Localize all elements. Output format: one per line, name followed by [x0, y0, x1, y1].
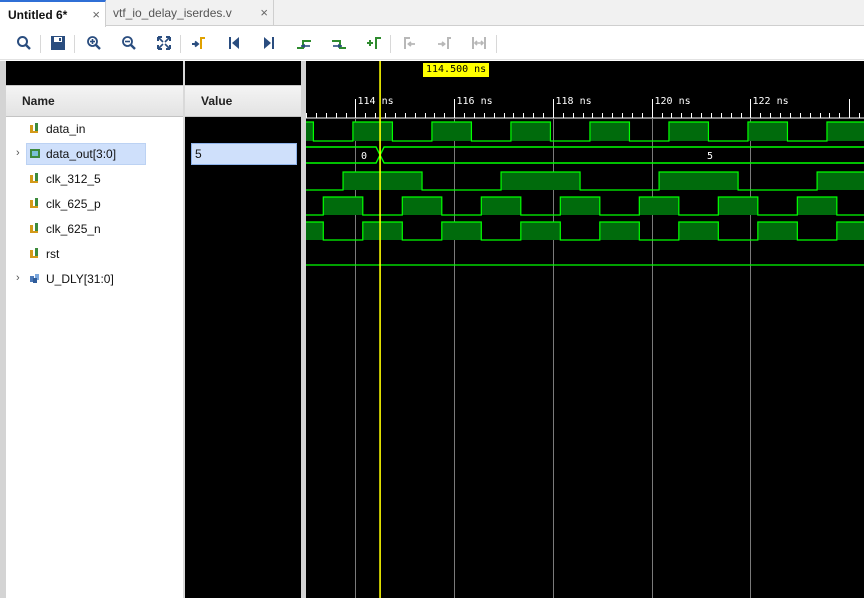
- time-tick-label: 122 ns: [752, 96, 789, 107]
- signal-value: 5: [195, 147, 202, 161]
- next-marker-icon[interactable]: [433, 33, 455, 53]
- signal-name: clk_625_p: [46, 197, 101, 211]
- tab-label: Untitled 6*: [8, 7, 68, 22]
- clk-625-p-high-segment: [718, 197, 758, 215]
- wire-signal-icon: [30, 173, 38, 183]
- bus-segment-before: [306, 146, 381, 164]
- name-column-label: Name: [22, 94, 55, 108]
- bus-signal-icon: [30, 149, 40, 158]
- cursor-time-label: 114.500 ns: [423, 63, 490, 77]
- data-in-high-segment: [589, 122, 630, 141]
- clk-312-5-high-segment: [659, 172, 739, 190]
- wire-signal-icon: [30, 248, 38, 258]
- clk-625-n-high-segment: [678, 222, 719, 240]
- signal-name: data_out[3:0]: [46, 147, 117, 161]
- clk-625-n-high-segment: [836, 222, 864, 240]
- data-in-high-segment: [668, 122, 709, 141]
- data-in-high-segment: [747, 122, 788, 141]
- add-marker-icon[interactable]: [363, 33, 385, 53]
- wire-signal-icon: [30, 198, 38, 208]
- name-column-header[interactable]: Name: [6, 85, 183, 117]
- value-column-label: Value: [201, 94, 233, 108]
- clk-625-p-high-segment: [402, 197, 442, 215]
- clk-625-n-high-segment: [441, 222, 482, 240]
- chevron-right-icon[interactable]: ›: [16, 272, 20, 284]
- signal-name: clk_625_n: [46, 222, 101, 236]
- wire-signal-icon: [30, 123, 38, 133]
- previous-marker-icon[interactable]: [398, 33, 420, 53]
- signal-row-clk-625-p[interactable]: clk_625_p: [6, 193, 183, 215]
- data-in-high-segment: [306, 122, 314, 141]
- clk-625-p-high-segment: [481, 197, 521, 215]
- search-icon[interactable]: [13, 33, 35, 53]
- clk-625-p-high-segment: [323, 197, 363, 215]
- bus-value-before: 0: [361, 151, 368, 162]
- tab-untitled-6[interactable]: Untitled 6* ×: [0, 0, 106, 27]
- close-icon[interactable]: ×: [260, 5, 268, 20]
- save-icon[interactable]: [47, 33, 69, 53]
- go-to-time-zero-icon[interactable]: [223, 33, 245, 53]
- clk-625-p-high-segment: [797, 197, 837, 215]
- go-to-last-time-icon[interactable]: [258, 33, 280, 53]
- chevron-right-icon[interactable]: ›: [16, 147, 20, 159]
- signal-row-u-dly[interactable]: › U_DLY[31:0]: [6, 268, 183, 290]
- bus-value-after: 5: [707, 151, 714, 162]
- clk-625-p-high-segment: [639, 197, 679, 215]
- clk-625-n-high-segment: [520, 222, 561, 240]
- next-transition-icon[interactable]: [328, 33, 350, 53]
- value-cell-data-out[interactable]: 5: [191, 143, 297, 165]
- zoom-fit-icon[interactable]: [153, 33, 175, 53]
- clk-625-n-high-segment: [599, 222, 640, 240]
- value-column-header[interactable]: Value: [185, 85, 301, 117]
- clk-312-5-high-segment: [343, 172, 423, 190]
- signal-name: U_DLY[31:0]: [46, 272, 114, 286]
- time-tick-label: 116 ns: [456, 96, 493, 107]
- signal-row-clk-312-5[interactable]: clk_312_5: [6, 168, 183, 190]
- data-in-high-segment: [510, 122, 551, 141]
- tab-label: vtf_io_delay_iserdes.v: [113, 6, 232, 20]
- signal-row-rst[interactable]: rst: [6, 243, 183, 265]
- time-tick-label: 118 ns: [555, 96, 592, 107]
- waveform-toolbar: [0, 27, 864, 60]
- signal-name: rst: [46, 247, 60, 261]
- waveform-viewer[interactable]: 114 ns 116 ns 118 ns 120 ns 122 ns 114.500 n…: [306, 61, 864, 598]
- data-in-high-segment: [826, 122, 864, 141]
- bus-segment-after: [379, 146, 864, 164]
- signal-row-data-in[interactable]: data_in: [6, 118, 183, 140]
- time-tick-label: 114 ns: [357, 96, 394, 107]
- data-in-high-segment: [431, 122, 472, 141]
- clk-625-n-high-segment: [306, 222, 324, 240]
- signal-name: clk_312_5: [46, 172, 101, 186]
- tab-bar: Untitled 6* × vtf_io_delay_iserdes.v ×: [0, 0, 864, 27]
- close-icon[interactable]: ×: [92, 7, 100, 22]
- data-in-high-segment: [352, 122, 393, 141]
- panel-cap: [6, 61, 183, 85]
- go-to-cursor-icon[interactable]: [187, 33, 209, 53]
- signal-row-clk-625-n[interactable]: clk_625_n: [6, 218, 183, 240]
- signal-name-panel: Name data_in › data_out[3:0] clk_312_5 c…: [6, 61, 183, 598]
- wire-signal-icon: [30, 223, 38, 233]
- signal-row-data-out[interactable]: › data_out[3:0]: [6, 143, 183, 165]
- signal-name: data_in: [46, 122, 86, 136]
- tab-vtf-io-delay-iserdes[interactable]: vtf_io_delay_iserdes.v ×: [106, 0, 274, 26]
- clk-625-n-high-segment: [757, 222, 798, 240]
- waveform-canvas: [306, 61, 864, 598]
- swap-cursors-icon[interactable]: [468, 33, 490, 53]
- zoom-out-icon[interactable]: [118, 33, 140, 53]
- clk-625-p-high-segment: [560, 197, 600, 215]
- signal-value-panel: Value 5: [185, 61, 301, 598]
- array-signal-icon: [30, 274, 39, 283]
- time-tick-label: 120 ns: [654, 96, 691, 107]
- previous-transition-icon[interactable]: [293, 33, 315, 53]
- zoom-in-icon[interactable]: [83, 33, 105, 53]
- clk-312-5-high-segment: [501, 172, 581, 190]
- clk-625-n-high-segment: [362, 222, 403, 240]
- clk-312-5-high-segment: [817, 172, 864, 190]
